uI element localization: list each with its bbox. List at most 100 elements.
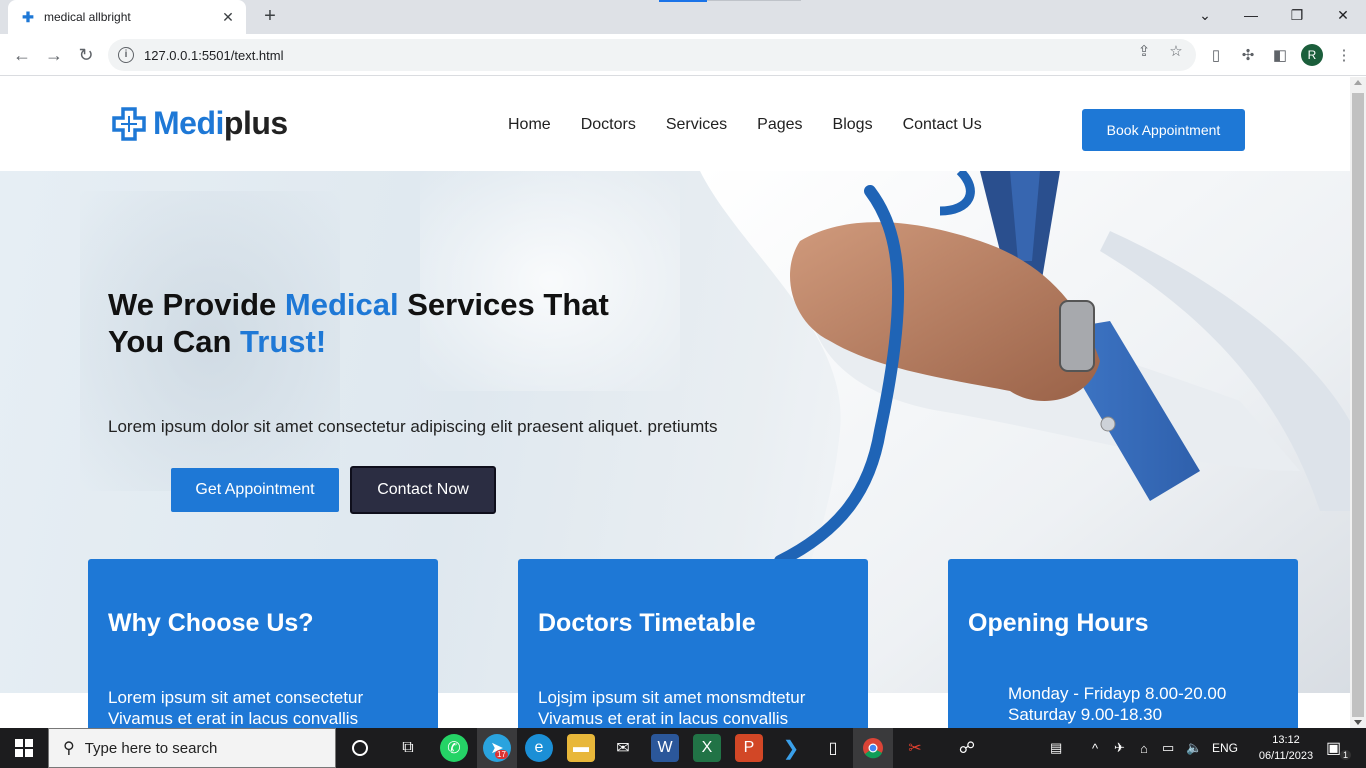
main-nav: Home Doctors Services Pages Blogs Contac…	[508, 116, 1012, 134]
browser-tab-strip: ✚ medical allbright ✕ + ⌄ — ❐ ✕	[0, 0, 1366, 34]
windows-taskbar: ⚲ Type here to search ⧉ ✆ ➤ 17 e ▬ ✉ W X…	[0, 728, 1366, 768]
cortana-circle-icon[interactable]	[346, 734, 374, 762]
tab-title: medical allbright	[44, 10, 131, 24]
restore-button[interactable]: ❐	[1274, 0, 1320, 30]
edge-browser-icon[interactable]: e	[525, 734, 553, 762]
browser-tab[interactable]: ✚ medical allbright ✕	[8, 0, 246, 34]
nav-contact-us[interactable]: Contact Us	[903, 116, 982, 134]
extension-document-icon[interactable]: ▯	[1206, 46, 1226, 66]
hero-title-highlight: Trust!	[240, 324, 327, 359]
taskbar-clock[interactable]: 13:12 06/11/2023	[1256, 732, 1316, 764]
address-bar[interactable]: i 127.0.0.1:5501/text.html	[108, 39, 1196, 71]
card-text: Lorem ipsum sit amet consectetur Vivamus …	[108, 687, 428, 728]
taskbar-search-box[interactable]: ⚲ Type here to search	[48, 728, 336, 768]
volume-icon[interactable]: 🔈	[1186, 728, 1202, 768]
notification-center-icon[interactable]: ▣	[1326, 728, 1341, 768]
card-text: Lojsjm ipsum sit amet monsmdtetur Vivamus…	[538, 687, 858, 728]
notification-count: 1	[1340, 750, 1352, 760]
hero-title-part: We Provide	[108, 287, 285, 322]
nav-home[interactable]: Home	[508, 116, 551, 134]
language-indicator[interactable]: ENG	[1212, 728, 1238, 768]
hero-title-highlight: Medical	[284, 287, 399, 322]
nav-services[interactable]: Services	[666, 116, 727, 134]
card-line: Vivamus et erat in lacus convallis	[108, 709, 359, 728]
task-view-icon[interactable]: ⧉	[394, 734, 422, 762]
contact-now-button[interactable]: Contact Now	[350, 466, 496, 514]
back-arrow-icon[interactable]: ←	[10, 43, 34, 67]
hero-title-part: Services That	[398, 287, 609, 322]
people-icon[interactable]: ☍	[953, 734, 981, 762]
hero-title-part: You Can	[108, 324, 241, 359]
document-app-icon[interactable]: ▯	[819, 734, 847, 762]
new-tab-button[interactable]: +	[258, 5, 282, 29]
nav-pages[interactable]: Pages	[757, 116, 802, 134]
word-icon[interactable]: W	[651, 734, 679, 762]
card-line: Lojsjm ipsum sit amet monsmdtetur	[538, 688, 806, 707]
medical-cross-logo-icon	[112, 106, 146, 141]
get-appointment-button[interactable]: Get Appointment	[171, 468, 339, 512]
powerpoint-icon[interactable]: P	[735, 734, 763, 762]
tab-indicator	[659, 0, 707, 2]
mail-icon[interactable]: ✉	[609, 734, 637, 762]
card-opening-hours: Opening Hours Monday - Fridayp 8.00-20.0…	[948, 559, 1298, 728]
reload-icon[interactable]: ↻	[74, 43, 98, 67]
medical-cross-icon: ✚	[22, 8, 34, 25]
scroll-down-icon[interactable]	[1354, 720, 1362, 725]
chrome-icon[interactable]	[859, 734, 887, 762]
file-explorer-icon[interactable]: ▬	[567, 734, 595, 762]
tab-indicator-track	[707, 0, 801, 1]
snipping-tool-icon[interactable]: ✂	[901, 734, 929, 762]
browser-toolbar: ← → ↻ i 127.0.0.1:5501/text.html ⇪ ☆ ▯ ✣…	[0, 34, 1366, 76]
close-tab-icon[interactable]: ✕	[220, 9, 236, 26]
clock-time: 13:12	[1272, 734, 1300, 746]
close-window-button[interactable]: ✕	[1320, 0, 1366, 30]
brand-name: Mediplus	[153, 105, 288, 142]
news-widget-icon[interactable]: ▤	[1050, 728, 1062, 768]
bookmark-star-icon[interactable]: ☆	[1167, 42, 1185, 60]
hours-line: Saturday 9.00-18.30	[1008, 705, 1163, 724]
nav-doctors[interactable]: Doctors	[581, 116, 636, 134]
nav-blogs[interactable]: Blogs	[833, 116, 873, 134]
hero-description: Lorem ipsum dolor sit amet consectetur a…	[108, 417, 718, 436]
battery-icon[interactable]: ▭	[1162, 728, 1174, 768]
share-icon[interactable]: ⇪	[1135, 42, 1153, 60]
info-cards: Why Choose Us? Lorem ipsum sit amet cons…	[0, 559, 1350, 728]
scroll-up-icon[interactable]	[1354, 80, 1362, 85]
extensions-puzzle-icon[interactable]: ✣	[1238, 46, 1258, 66]
card-title: Why Choose Us?	[108, 609, 314, 637]
minimize-button[interactable]: —	[1228, 0, 1274, 30]
profile-avatar[interactable]: R	[1301, 44, 1323, 66]
clock-date: 06/11/2023	[1258, 750, 1314, 762]
show-hidden-icons-icon[interactable]: ^	[1092, 728, 1098, 768]
side-panel-icon[interactable]: ◧	[1270, 46, 1290, 66]
airplane-mode-icon[interactable]: ✈	[1114, 728, 1125, 768]
brand-name-part2: plus	[223, 105, 288, 141]
search-placeholder: Type here to search	[84, 739, 218, 757]
excel-icon[interactable]: X	[693, 734, 721, 762]
pen-device-icon[interactable]: ⌂	[1140, 728, 1148, 768]
card-why-choose-us: Why Choose Us? Lorem ipsum sit amet cons…	[88, 559, 438, 728]
page-viewport: We Provide Medical Services That You Can…	[0, 77, 1350, 728]
card-doctors-timetable: Doctors Timetable Lojsjm ipsum sit amet …	[518, 559, 868, 728]
tab-search-chevron-icon[interactable]: ⌄	[1182, 0, 1228, 30]
card-line: Vivamus et erat in lacus convallis	[538, 709, 789, 728]
url-text: 127.0.0.1:5501/text.html	[144, 47, 284, 63]
forward-arrow-icon[interactable]: →	[42, 43, 66, 67]
hours-line: Monday - Fridayp 8.00-20.00	[1008, 684, 1227, 703]
brand-name-part1: Medi	[153, 105, 224, 141]
book-appointment-button[interactable]: Book Appointment	[1082, 109, 1245, 151]
site-logo[interactable]: Mediplus	[112, 105, 288, 142]
site-info-icon[interactable]: i	[118, 47, 134, 63]
telegram-badge: 17	[495, 750, 508, 759]
windows-start-icon[interactable]	[0, 728, 48, 768]
card-title: Doctors Timetable	[538, 609, 756, 637]
scrollbar-thumb[interactable]	[1352, 93, 1364, 717]
card-line: Lorem ipsum sit amet consectetur	[108, 688, 364, 707]
whatsapp-icon[interactable]: ✆	[440, 734, 468, 762]
site-header: Mediplus Home Doctors Services Pages Blo…	[8, 77, 1350, 171]
card-title: Opening Hours	[968, 609, 1149, 637]
vscode-icon[interactable]: ❯	[777, 734, 805, 762]
hero-title: We Provide Medical Services That You Can…	[108, 286, 668, 360]
page-scrollbar[interactable]	[1350, 77, 1366, 728]
browser-menu-icon[interactable]: ⋮	[1334, 46, 1354, 66]
